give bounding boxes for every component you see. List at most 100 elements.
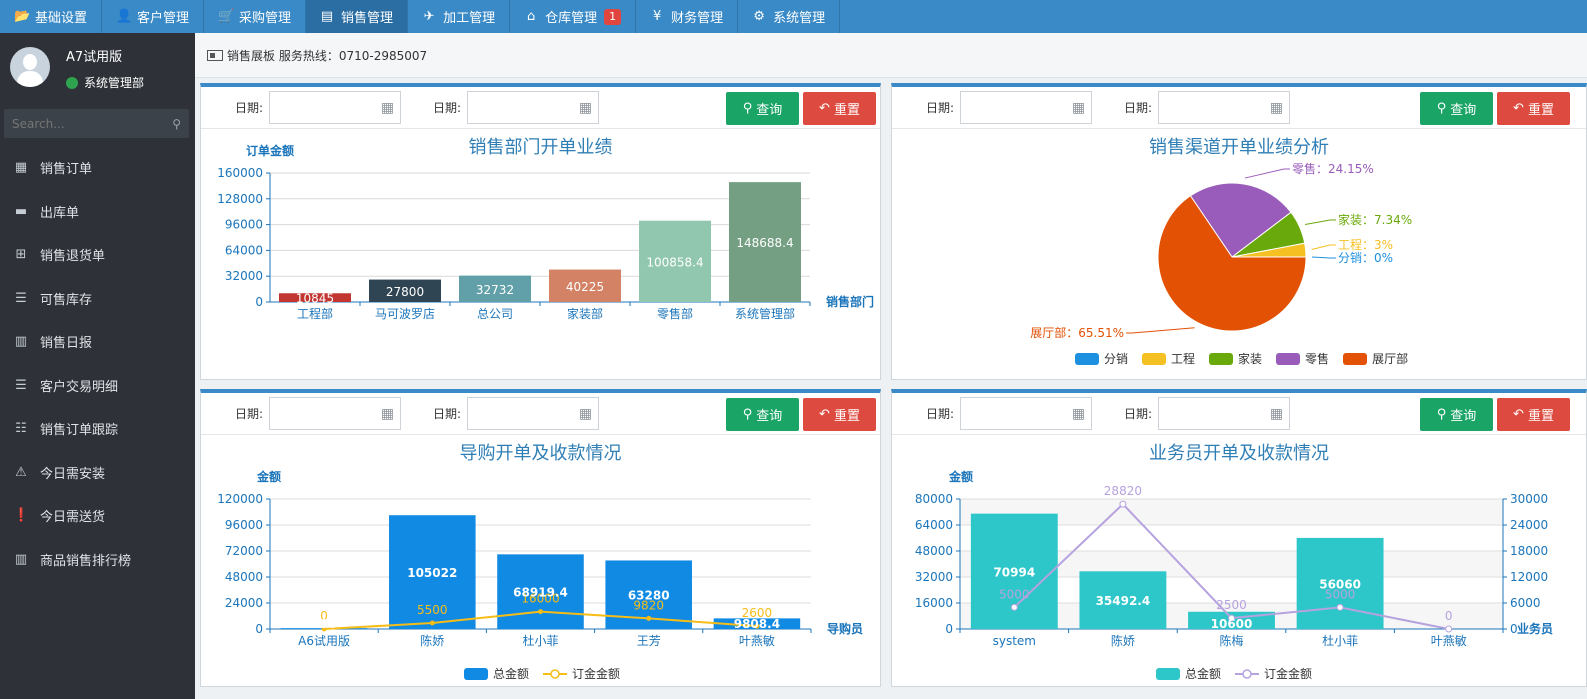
nav-item-label: 仓库管理 xyxy=(545,11,598,26)
query-button[interactable]: ⚲ 查询 xyxy=(726,398,799,431)
line-point[interactable] xyxy=(1010,603,1018,611)
sidebar-item-4[interactable]: ▥ 销售日报 xyxy=(0,320,195,364)
sidebar-item-9[interactable]: ▥ 商品销售排行榜 xyxy=(0,538,195,582)
nav-item-2[interactable]: 🛒 采购管理 xyxy=(204,0,307,33)
pie-label-line xyxy=(1244,168,1290,179)
y-tick-label: 80000 xyxy=(915,492,953,506)
x-tick-label: 陈梅 xyxy=(1219,633,1243,648)
reset-button[interactable]: ↶ 重置 xyxy=(1497,92,1570,125)
legend-label: 总金额 xyxy=(1185,667,1222,681)
sidebar-item-1[interactable]: ▬ 出库单 xyxy=(0,190,195,234)
sitemap-icon: ⊞ xyxy=(15,247,27,263)
legend-label: 家装 xyxy=(1238,352,1263,366)
end-date-input[interactable]: ▦ xyxy=(1158,91,1291,124)
avatar[interactable] xyxy=(10,47,50,87)
legend-swatch xyxy=(464,667,488,680)
search-icon[interactable]: ⚲ xyxy=(172,117,181,131)
calendar-icon[interactable]: ▦ xyxy=(381,406,394,422)
query-button[interactable]: ⚲ 查询 xyxy=(1420,398,1493,431)
nav-item-7[interactable]: ⚙ 系统管理 xyxy=(738,0,841,33)
legend-item[interactable]: 总金额 xyxy=(464,665,529,682)
end-date-input[interactable]: ▦ xyxy=(1158,397,1291,430)
date-label: 日期: xyxy=(235,101,264,115)
service-hotline: 服务热线：0710-2985007 xyxy=(278,48,428,63)
reset-button-label: 重置 xyxy=(833,103,860,118)
query-button[interactable]: ⚲ 查询 xyxy=(1420,92,1493,125)
legend-item[interactable]: 零售 xyxy=(1276,350,1329,367)
legend-item[interactable]: 家装 xyxy=(1209,350,1262,367)
y-tick-label: 48000 xyxy=(225,570,263,584)
y2-tick-label: 30000 xyxy=(1510,492,1548,506)
cart-icon: 🛒 xyxy=(218,9,235,24)
nav-item-6[interactable]: ¥ 财务管理 xyxy=(636,0,739,33)
warning-icon: ⚠ xyxy=(15,464,27,480)
x-tick-label: 叶燕敏 xyxy=(1431,633,1467,648)
y-tick-label: 24000 xyxy=(225,596,263,610)
x-tick-label: 王芳 xyxy=(637,634,661,648)
calendar-icon[interactable]: ▦ xyxy=(579,406,592,422)
sidebar-item-7[interactable]: ⚠ 今日需安装 xyxy=(0,451,195,495)
start-date-input[interactable]: ▦ xyxy=(269,397,402,430)
bar-chart-icon: ▥ xyxy=(14,334,28,350)
sidebar-item-label: 销售日报 xyxy=(40,336,93,352)
chart-title: 业务员开单及收款情况 xyxy=(1149,443,1329,464)
reset-button[interactable]: ↶ 重置 xyxy=(803,92,876,125)
legend-item[interactable]: 工程 xyxy=(1142,350,1195,367)
line-point[interactable] xyxy=(1445,625,1453,633)
calendar-icon[interactable]: ▦ xyxy=(1072,406,1085,422)
reset-button[interactable]: ↶ 重置 xyxy=(1497,398,1570,431)
legend-line-swatch xyxy=(1235,668,1260,679)
calendar-icon[interactable]: ▦ xyxy=(381,100,394,116)
user-role: 系统管理部 xyxy=(66,74,144,91)
query-button[interactable]: ⚲ 查询 xyxy=(726,92,799,125)
line-point[interactable] xyxy=(429,620,435,626)
start-date-input[interactable]: ▦ xyxy=(960,397,1093,430)
nav-item-3[interactable]: ▤ 销售管理 xyxy=(306,0,409,33)
nav-item-label: 销售管理 xyxy=(341,11,394,26)
calendar-icon[interactable]: ▦ xyxy=(579,100,592,116)
sidebar-item-0[interactable]: ▦ 销售订单 xyxy=(0,146,195,190)
nav-item-1[interactable]: 👤 客户管理 xyxy=(102,0,205,33)
calendar-icon[interactable]: ▦ xyxy=(1270,406,1283,422)
sidebar-item-3[interactable]: ☰ 可售库存 xyxy=(0,277,195,321)
legend-label: 总金额 xyxy=(493,667,530,681)
sidebar-item-5[interactable]: ☰ 客户交易明细 xyxy=(0,364,195,408)
line-value-label: 28820 xyxy=(1104,484,1142,498)
bar-chart-icon: ▥ xyxy=(14,551,28,567)
sidebar-item-2[interactable]: ⊞ 销售退货单 xyxy=(0,233,195,277)
line-point[interactable] xyxy=(646,615,652,621)
end-date-input[interactable]: ▦ xyxy=(467,397,600,430)
date-label: 日期: xyxy=(433,407,462,421)
y-tick-label: 16000 xyxy=(915,596,953,610)
legend-item[interactable]: 总金额 xyxy=(1156,665,1221,682)
sidebar-item-8[interactable]: ❗ 今日需送货 xyxy=(0,494,195,538)
reset-button[interactable]: ↶ 重置 xyxy=(803,398,876,431)
sidebar-menu: ▦ 销售订单 ▬ 出库单 ⊞ 销售退货单 ☰ 可售库存 ▥ 销售日报 ☰ 客户交易明细 ☷ 销售订单跟踪 ⚠… xyxy=(0,146,195,581)
nav-item-0[interactable]: 📂 基础设置 xyxy=(0,0,103,33)
search-icon: ⚲ xyxy=(1436,407,1447,422)
legend-item[interactable]: 展厅部 xyxy=(1343,350,1408,367)
nav-item-5[interactable]: ⌂ 仓库管理 1 xyxy=(510,0,637,33)
calendar-icon[interactable]: ▦ xyxy=(1072,100,1085,116)
salesman-sales-panel: 日期: ▦ 日期: ▦ ⚲ 查询 ↶ 重置 业务员开单及收款情况 金额 80000 30000 6400… xyxy=(891,389,1587,687)
pie-chart: 分销：0%工程：3% 家装：7.34% 零售：24.15% 展厅部：65.51% xyxy=(1030,161,1412,340)
y-axis-title: 订单金额 xyxy=(246,143,294,158)
line-point[interactable] xyxy=(538,609,543,615)
x-tick-label: 家装部 xyxy=(567,306,603,321)
search-input[interactable] xyxy=(12,116,152,131)
line-point[interactable] xyxy=(1336,603,1344,611)
pie-label-line xyxy=(1311,256,1336,259)
legend-item[interactable]: 订金金额 xyxy=(543,665,620,682)
sidebar-item-label: 出库单 xyxy=(40,205,80,221)
sidebar-item-label: 可售库存 xyxy=(40,292,93,308)
sidebar-item-6[interactable]: ☷ 销售订单跟踪 xyxy=(0,407,195,451)
nav-item-4[interactable]: ✈ 加工管理 xyxy=(408,0,511,33)
legend-item[interactable]: 分销 xyxy=(1075,350,1128,367)
start-date-input[interactable]: ▦ xyxy=(960,91,1093,124)
line-point[interactable] xyxy=(1119,500,1127,508)
start-date-input[interactable]: ▦ xyxy=(269,91,402,124)
legend-item[interactable]: 订金金额 xyxy=(1235,665,1312,682)
end-date-input[interactable]: ▦ xyxy=(467,91,600,124)
calendar-icon[interactable]: ▦ xyxy=(1270,100,1283,116)
y-tick-label: 48000 xyxy=(915,544,953,558)
